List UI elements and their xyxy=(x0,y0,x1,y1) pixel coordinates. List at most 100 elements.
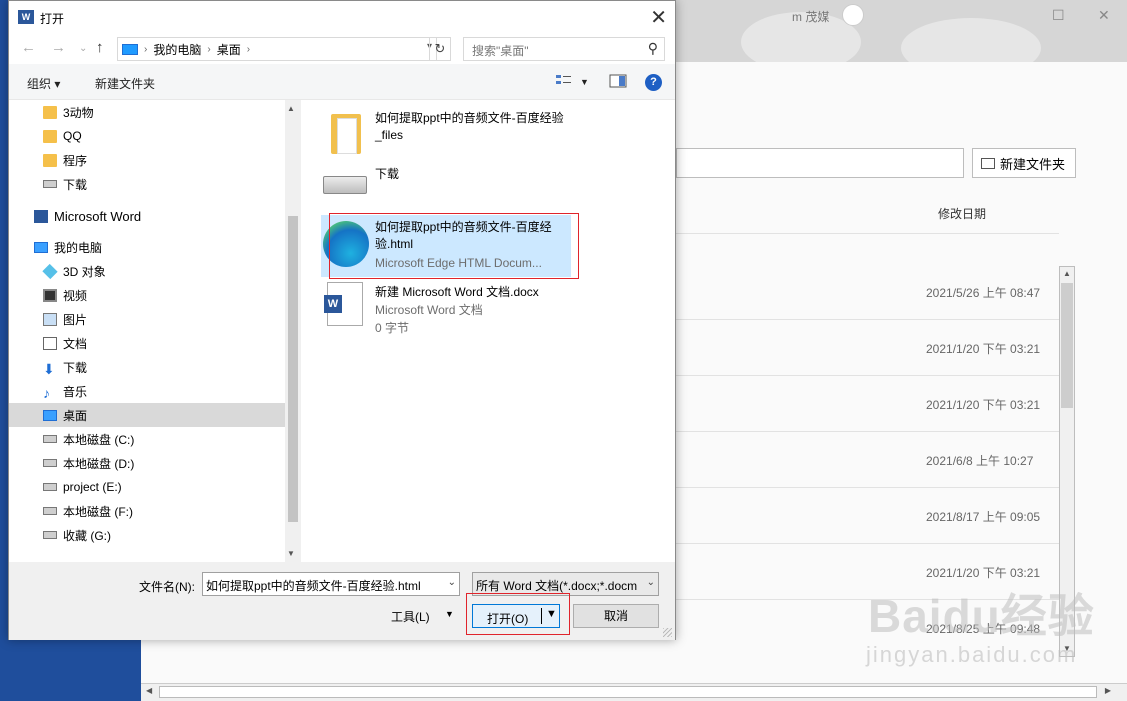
filetype-value: 所有 Word 文档(*.docx;*.docm xyxy=(476,579,638,593)
preview-pane-icon[interactable] xyxy=(609,73,629,89)
organize-button[interactable]: 组织 ▾ xyxy=(27,75,60,92)
nav-item-label: 我的电脑 xyxy=(54,240,103,255)
chevron-right-icon[interactable]: › xyxy=(247,44,250,55)
folder-icon xyxy=(43,105,57,119)
nav-item-drive-d[interactable]: 本地磁盘 (D:) xyxy=(9,451,285,475)
nav-item-label: 收藏 (G:) xyxy=(63,528,111,543)
nav-item-label: 程序 xyxy=(63,153,88,168)
nav-item-download-drive[interactable]: 下载 xyxy=(9,172,285,196)
folder-icon xyxy=(43,129,57,143)
divider xyxy=(676,233,1059,234)
chevron-down-icon[interactable]: ⌄ xyxy=(447,577,456,588)
folder-icon xyxy=(331,114,361,154)
new-folder-label: 新建文件夹 xyxy=(1000,156,1066,172)
drive-icon xyxy=(43,435,57,443)
file-list: 如何提取ppt中的音频文件-百度经验_files 下载 如何提取ppt中的音频文… xyxy=(301,100,675,562)
avatar[interactable] xyxy=(842,4,864,26)
nav-item-desktop[interactable]: 桌面 xyxy=(9,403,285,427)
forward-icon[interactable]: → xyxy=(51,39,66,56)
column-header-modified[interactable]: 修改日期 xyxy=(938,205,986,222)
nav-item-this-pc[interactable]: 我的电脑 xyxy=(9,235,285,259)
filename-input[interactable]: 如何提取ppt中的音频文件-百度经验.html ⌄ xyxy=(202,572,460,596)
nav-item-label: project (E:) xyxy=(63,480,122,494)
dialog-toolbar: 组织 ▾ 新建文件夹 ▼ ? xyxy=(9,64,675,100)
recent-locations-icon[interactable]: ⌄ xyxy=(79,43,87,54)
nav-item-folder[interactable]: 3动物 xyxy=(9,100,285,124)
list-item[interactable]: 下载 xyxy=(321,162,571,214)
nav-item-label: 本地磁盘 (C:) xyxy=(63,432,135,447)
tools-button[interactable]: 工具(L) xyxy=(391,608,430,625)
drive-icon xyxy=(43,180,57,188)
dialog-title: 打开 xyxy=(40,12,65,26)
chevron-right-icon[interactable]: › xyxy=(207,44,210,55)
tools-dropdown-icon[interactable]: ▼ xyxy=(445,609,454,619)
breadcrumb-item[interactable]: 我的电脑 xyxy=(153,41,201,58)
view-menu-icon[interactable]: ▼ xyxy=(580,77,589,87)
chevron-right-icon[interactable]: › xyxy=(144,44,147,55)
date-cell: 2021/6/8 上午 10:27 xyxy=(926,454,1034,468)
nav-item-folder[interactable]: 程序 xyxy=(9,148,285,172)
list-item[interactable]: W 新建 Microsoft Word 文档.docx Microsoft Wo… xyxy=(321,280,571,338)
dialog-titlebar: W 打开 ✕ xyxy=(9,1,675,34)
date-cell: 2021/5/26 上午 08:47 xyxy=(926,286,1041,300)
nav-item-drive-e[interactable]: project (E:) xyxy=(9,475,285,499)
divider xyxy=(676,375,1059,376)
divider xyxy=(676,431,1059,432)
divider xyxy=(676,319,1059,320)
change-view-icon[interactable] xyxy=(555,73,575,89)
nav-item-microsoft-word[interactable]: Microsoft Word xyxy=(9,204,285,228)
nav-item-music[interactable]: ♪ 音乐 xyxy=(9,379,285,403)
date-cell: 2021/1/20 下午 03:21 xyxy=(926,342,1041,356)
nav-item-label: 3动物 xyxy=(63,105,94,120)
chevron-down-icon[interactable]: ⌄ xyxy=(646,577,655,588)
drive-icon xyxy=(43,459,57,467)
back-icon[interactable]: ← xyxy=(21,39,36,56)
watermark-url: jingyan.baidu.com xyxy=(866,642,1078,667)
nav-item-label: Microsoft Word xyxy=(54,208,142,224)
cancel-button[interactable]: 取消 xyxy=(573,604,659,628)
word-doc-icon: W xyxy=(324,282,363,326)
resize-grip[interactable] xyxy=(663,628,672,637)
search-icon[interactable]: ⚲ xyxy=(648,40,658,57)
nav-item-label: 音乐 xyxy=(63,384,88,399)
nav-item-pictures[interactable]: 图片 xyxy=(9,307,285,331)
nav-item-documents[interactable]: 文档 xyxy=(9,331,285,355)
highlight-box xyxy=(466,593,570,635)
dialog-footer: 文件名(N): 如何提取ppt中的音频文件-百度经验.html ⌄ 所有 Wor… xyxy=(9,562,675,640)
refresh-button[interactable]: ↻ xyxy=(429,37,451,61)
drive-icon xyxy=(43,483,57,491)
filename-value: 如何提取ppt中的音频文件-百度经验.html xyxy=(206,579,421,593)
path-field[interactable] xyxy=(676,148,964,178)
drive-icon xyxy=(43,531,57,539)
breadcrumb-item[interactable]: 桌面 xyxy=(217,41,241,58)
watermark-logo: Baidu经验 xyxy=(868,590,1095,642)
nav-item-label: QQ xyxy=(63,129,82,143)
nav-item-3d-objects[interactable]: 3D 对象 xyxy=(9,259,285,283)
maximize-icon[interactable]: ☐ xyxy=(1052,7,1065,24)
navigation-scrollbar[interactable]: ▲ ▼ xyxy=(285,100,301,562)
nav-item-downloads[interactable]: ⬇ 下载 xyxy=(9,355,285,379)
close-button[interactable]: ✕ xyxy=(650,5,667,30)
folder-icon xyxy=(981,157,995,169)
new-folder-button[interactable]: 新建文件夹 xyxy=(972,148,1076,178)
nav-item-videos[interactable]: 视频 xyxy=(9,283,285,307)
nav-item-drive-f[interactable]: 本地磁盘 (F:) xyxy=(9,499,285,523)
search-input[interactable]: 搜索"桌面" ⚲ xyxy=(463,37,665,61)
computer-icon xyxy=(34,241,48,253)
address-bar[interactable]: › 我的电脑 › 桌面 › ▾ xyxy=(117,37,437,61)
music-icon: ♪ xyxy=(43,384,50,401)
search-placeholder: 搜索"桌面" xyxy=(472,44,529,58)
list-item[interactable]: 如何提取ppt中的音频文件-百度经验_files xyxy=(321,106,571,160)
user-name[interactable]: m 茂媒 xyxy=(792,8,829,25)
new-folder-button[interactable]: 新建文件夹 xyxy=(95,75,155,92)
horizontal-scrollbar[interactable]: ◀ ▶ xyxy=(141,683,1127,701)
help-icon[interactable]: ? xyxy=(645,74,662,91)
up-icon[interactable]: ↑ xyxy=(96,39,104,56)
nav-item-folder[interactable]: QQ xyxy=(9,124,285,148)
3d-objects-icon xyxy=(42,263,58,279)
nav-item-drive-g[interactable]: 收藏 (G:) xyxy=(9,523,285,547)
nav-item-drive-c[interactable]: 本地磁盘 (C:) xyxy=(9,427,285,451)
folder-icon xyxy=(43,153,57,167)
close-icon[interactable]: ✕ xyxy=(1098,7,1110,24)
word-icon xyxy=(34,209,48,223)
